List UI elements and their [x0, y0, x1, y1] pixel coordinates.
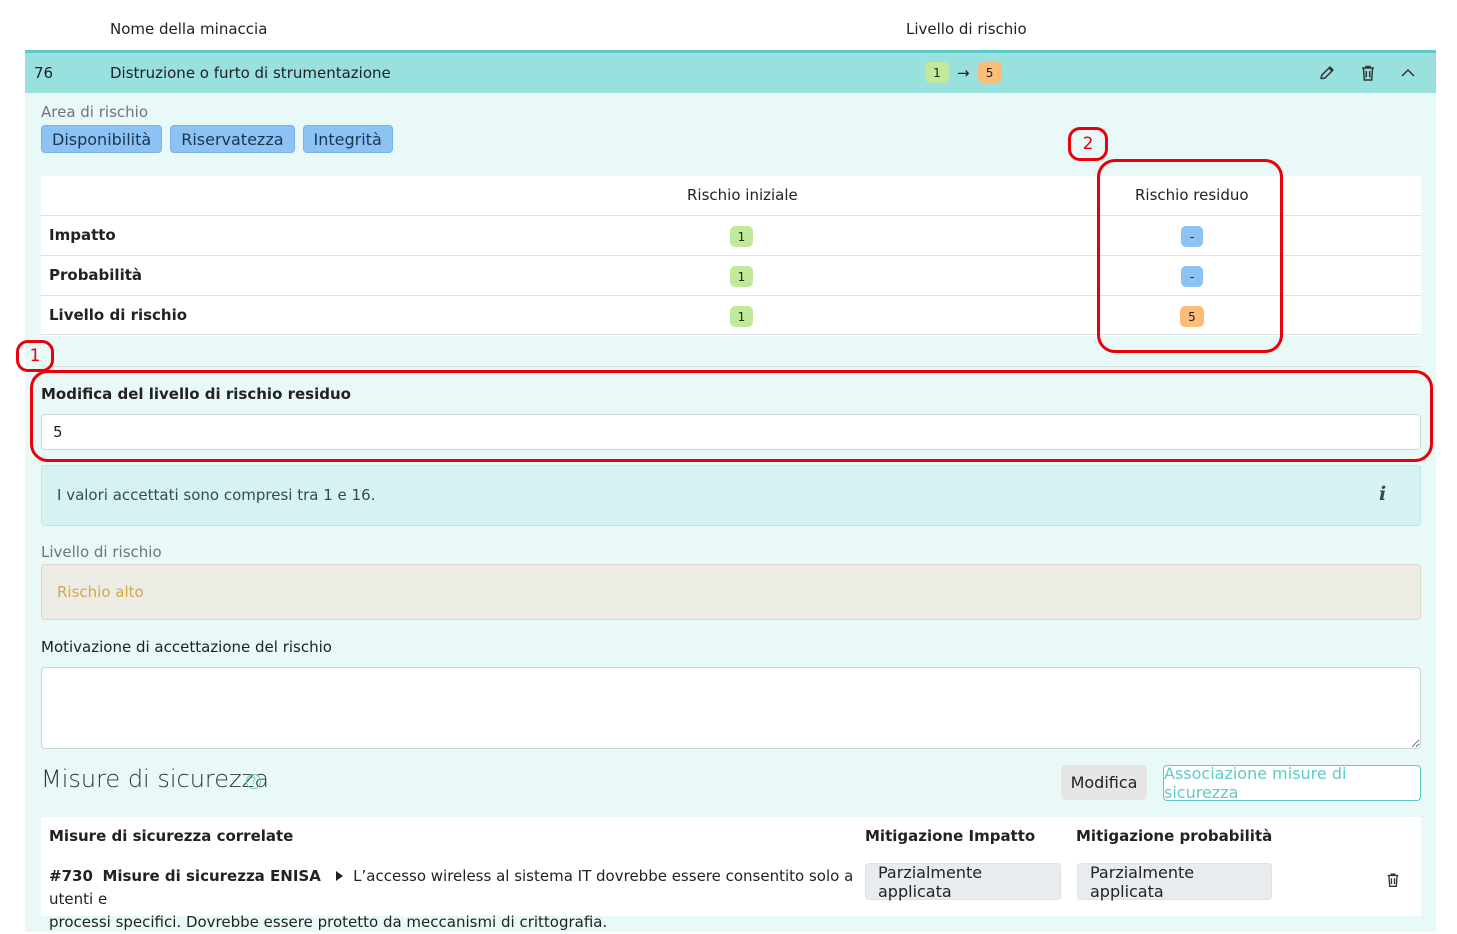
- residual-level-badge: 5: [977, 62, 1002, 83]
- initial-impact-badge: 1: [730, 226, 753, 247]
- chip-integrity: Integrità: [302, 125, 393, 153]
- edit-measures-button[interactable]: Modifica: [1061, 765, 1147, 800]
- chevron-up-icon: [1401, 68, 1415, 77]
- annotation-marker-1: 1: [16, 340, 54, 372]
- row-label-impact: Impatto: [49, 226, 116, 244]
- measure-description-line2: processi specifici. Dovrebbe essere prot…: [49, 913, 608, 931]
- threat-level-transition: 1 → 5: [925, 62, 1002, 83]
- residual-level-input[interactable]: 5: [41, 414, 1421, 450]
- chip-availability: Disponibilità: [41, 125, 163, 153]
- chip-confidentiality: Riservatezza: [170, 125, 295, 153]
- initial-risk-level-badge: 1: [730, 306, 753, 327]
- risk-level-value: Rischio alto: [57, 583, 144, 601]
- threat-id: 76: [34, 64, 54, 82]
- associate-measures-button[interactable]: Associazione misure di sicurezza: [1163, 764, 1421, 802]
- info-alert-text: I valori accettati sono compresi tra 1 e…: [57, 486, 376, 504]
- row-label-probability: Probabilità: [49, 266, 143, 284]
- measures-table: Misure di sicurezza correlate Mitigazion…: [41, 817, 1421, 931]
- measures-header-probability: Mitigazione probabilità: [1076, 827, 1273, 845]
- measures-section-title: Misure di sicurezza: [41, 765, 269, 793]
- delete-threat-button[interactable]: [1358, 63, 1380, 85]
- risk-area-chips: Disponibilità Riservatezza Integrità: [41, 125, 393, 153]
- impact-mitigation-select[interactable]: Parzialmente applicata: [865, 863, 1061, 901]
- row-label-risk-level: Livello di rischio: [49, 306, 188, 324]
- edit-threat-button[interactable]: [1317, 63, 1339, 85]
- threat-name: Distruzione o furto di strumentazione: [110, 64, 391, 82]
- risk-area-label: Area di rischio: [41, 103, 148, 121]
- measures-header-related: Misure di sicurezza correlate: [49, 827, 294, 845]
- trash-icon: [1362, 65, 1374, 81]
- trash-icon: [1387, 873, 1399, 887]
- risk-table-header-initial: Rischio iniziale: [687, 186, 798, 204]
- initial-probability-badge: 1: [730, 266, 753, 287]
- risk-level-label: Livello di rischio: [41, 543, 162, 561]
- probability-mitigation-select[interactable]: Parzialmente applicata: [1077, 863, 1272, 901]
- caret-right-icon[interactable]: [336, 871, 344, 881]
- annotation-marker-2: 2: [1068, 127, 1108, 161]
- measure-code: #730: [49, 867, 93, 885]
- arrow-right-icon: →: [957, 63, 970, 82]
- measures-header-impact: Mitigazione Impatto: [865, 827, 1036, 845]
- measure-row-description: #730 Misure di sicurezza ENISA L’accesso…: [49, 865, 854, 934]
- threat-row[interactable]: 76 Distruzione o furto di strumentazione…: [25, 50, 1436, 93]
- info-icon: i: [1379, 483, 1387, 505]
- pencil-icon: [1320, 66, 1334, 80]
- risk-level-field: Rischio alto: [41, 564, 1421, 620]
- delete-measure-button[interactable]: [1384, 871, 1406, 893]
- info-alert: I valori accettati sono compresi tra 1 e…: [41, 465, 1421, 526]
- column-header-risk-level: Livello di rischio: [906, 20, 1027, 38]
- residual-edit-label: Modifica del livello di rischio residuo: [41, 385, 351, 403]
- column-header-threat-name: Nome della minaccia: [110, 20, 268, 38]
- initial-level-badge: 1: [925, 62, 949, 83]
- measure-source: Misure di sicurezza ENISA: [102, 867, 321, 885]
- section-divider: [41, 366, 1421, 367]
- help-circle-icon[interactable]: ?: [246, 774, 261, 789]
- collapse-threat-button[interactable]: [1398, 63, 1420, 85]
- motivation-label: Motivazione di accettazione del rischio: [41, 638, 332, 656]
- motivation-textarea[interactable]: [41, 667, 1421, 749]
- annotation-box-residual-risk: [1097, 159, 1283, 353]
